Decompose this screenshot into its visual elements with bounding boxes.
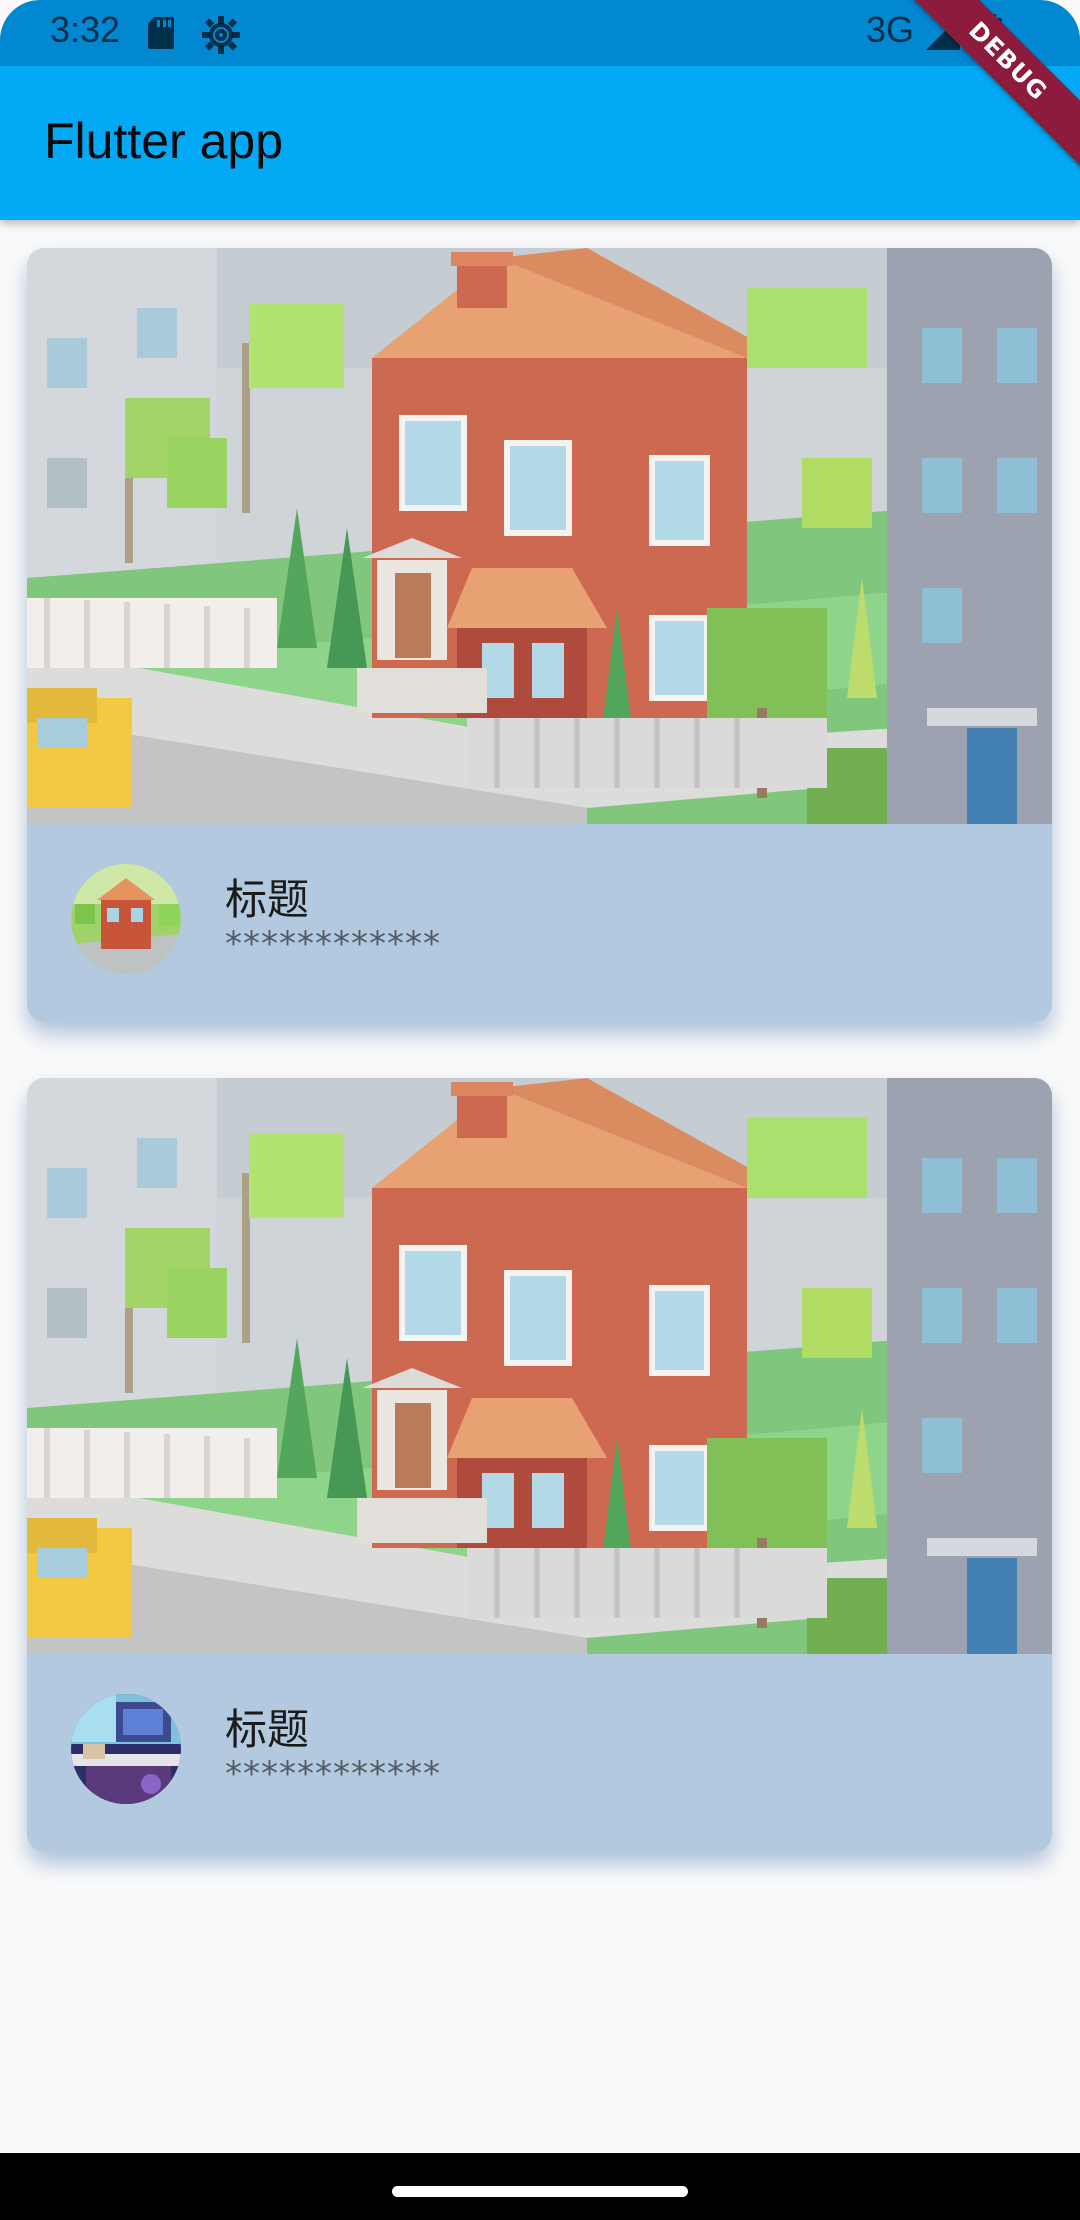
- card-footer: 标题 ************: [27, 824, 1052, 1022]
- card-subtitle: ************: [225, 1754, 441, 1794]
- card-subtitle: ************: [225, 924, 441, 964]
- app-title: Flutter app: [44, 113, 284, 169]
- avatar[interactable]: [71, 1694, 181, 1804]
- status-time: 3:32: [50, 9, 121, 50]
- app-bar: Flutter app: [0, 66, 1080, 220]
- card[interactable]: 标题 ************: [27, 1078, 1052, 1852]
- card-image: [27, 248, 1052, 824]
- avatar[interactable]: [71, 864, 181, 974]
- status-bar: 3:32 3G: [0, 0, 1080, 66]
- card-footer: 标题 ************: [27, 1654, 1052, 1852]
- card-title: 标题: [225, 1705, 310, 1754]
- sd-card-icon: [148, 17, 174, 49]
- network-type: 3G: [866, 9, 915, 50]
- card-image: [27, 1078, 1052, 1654]
- navigation-bar: [0, 2153, 1080, 2220]
- home-indicator[interactable]: [392, 2186, 688, 2197]
- card[interactable]: 标题 ************: [27, 248, 1052, 1022]
- gear-icon: [202, 16, 240, 54]
- card-title: 标题: [225, 875, 310, 924]
